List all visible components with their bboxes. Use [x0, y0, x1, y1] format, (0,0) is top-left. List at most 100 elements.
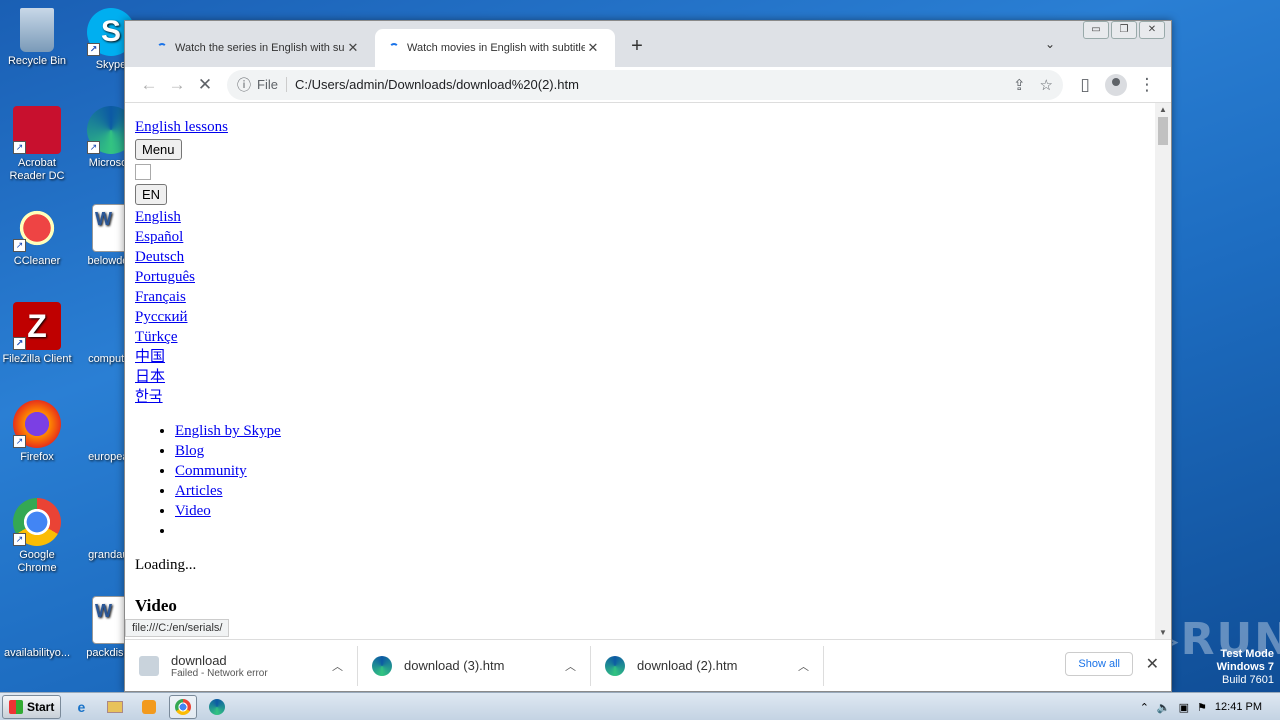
desktop-icon-label: Google Chrome	[17, 549, 57, 574]
lang-link-chinese[interactable]: 中国	[135, 347, 1147, 367]
network-icon[interactable]: ▣	[1179, 701, 1189, 714]
chrome-window: Watch the series in English with subt ✕ …	[124, 20, 1172, 692]
lang-link-turkce[interactable]: Türkçe	[135, 327, 1147, 347]
chrome-logo-icon: ↗	[13, 498, 61, 546]
edge-file-icon	[372, 655, 392, 676]
availability-file-icon[interactable]: availabilityo...	[0, 596, 74, 660]
tab-close-icon[interactable]: ✕	[345, 40, 361, 56]
google-chrome-icon[interactable]: ↗ Google Chrome	[0, 498, 74, 575]
lang-link-english[interactable]: English	[135, 207, 1147, 227]
restore-button[interactable]: ❐	[1111, 21, 1137, 39]
tab-series[interactable]: Watch the series in English with subt ✕	[143, 29, 375, 67]
scroll-down-icon[interactable]: ▼	[1159, 628, 1167, 637]
download-item[interactable]: download Failed - Network error ︿	[125, 645, 358, 686]
acrobat-reader-icon[interactable]: ↗ Acrobat Reader DC	[0, 106, 74, 183]
test-mode-notice: Test Mode Windows 7 Build 7601	[1217, 648, 1274, 687]
downloads-bar: download Failed - Network error ︿ downlo…	[125, 639, 1171, 691]
english-lessons-link[interactable]: English lessons	[135, 117, 1147, 137]
test-mode-line: Test Mode	[1220, 648, 1274, 660]
download-name: download (3).htm	[404, 658, 505, 673]
kebab-menu-icon[interactable]: ⋮	[1133, 71, 1161, 99]
stop-loading-icon[interactable]: ✕	[191, 71, 219, 99]
download-item[interactable]: download (3).htm ︿	[358, 645, 591, 686]
filezilla-icon[interactable]: Z ↗ FileZilla Client	[0, 302, 74, 366]
loading-text: Loading...	[135, 557, 197, 573]
tab-search-chevron-icon[interactable]: ⌄	[1045, 37, 1055, 51]
lang-link-russian[interactable]: Русский	[135, 307, 1147, 327]
failed-file-icon	[139, 655, 159, 676]
ccleaner-icon[interactable]: ↗ CCleaner	[0, 204, 74, 268]
download-name: download (2).htm	[637, 658, 738, 673]
recycle-bin-icon[interactable]: Recycle Bin	[0, 8, 74, 68]
forward-arrow-icon[interactable]: →	[163, 71, 191, 99]
nav-link-skype[interactable]: English by Skype	[175, 423, 281, 439]
nav-link-blog[interactable]: Blog	[175, 443, 204, 459]
tray-expand-icon[interactable]: ⌃	[1140, 701, 1149, 714]
menu-button[interactable]: Menu	[135, 139, 182, 160]
download-name: download	[171, 652, 227, 668]
chrome-taskbar-icon[interactable]	[169, 694, 198, 719]
language-button[interactable]: EN	[135, 184, 168, 205]
loading-spinner-icon	[157, 43, 167, 53]
desktop-icon-label: availabilityo...	[3, 647, 71, 659]
desktop-icon-label: FileZilla Client	[2, 353, 72, 365]
side-panel-icon[interactable]: ▯	[1071, 71, 1099, 99]
list-item: English by Skype	[175, 421, 1147, 441]
bookmark-star-icon[interactable]: ☆	[1040, 76, 1053, 94]
profile-avatar-icon[interactable]	[1105, 73, 1127, 96]
vertical-scrollbar[interactable]: ▲ ▼	[1155, 103, 1171, 639]
share-icon[interactable]: ⇪	[1013, 76, 1026, 94]
url-text[interactable]: C:/Users/admin/Downloads/download%20(2).…	[295, 77, 999, 92]
list-item: Video	[175, 501, 1147, 521]
download-item[interactable]: download (2).htm ︿	[591, 645, 824, 686]
address-bar[interactable]: ⓘ File C:/Users/admin/Downloads/download…	[227, 69, 1063, 100]
lang-link-francais[interactable]: Français	[135, 287, 1147, 307]
desktop-icon-label: Skype	[95, 59, 127, 71]
firefox-icon[interactable]: ↗ Firefox	[0, 400, 74, 464]
ie-taskbar-icon[interactable]: e	[67, 695, 95, 719]
lang-link-korean[interactable]: 한국	[135, 387, 1147, 407]
firefox-logo-icon: ↗	[13, 400, 61, 448]
edge-taskbar-icon[interactable]	[203, 695, 231, 719]
chevron-up-icon[interactable]: ︿	[565, 658, 576, 674]
tab-title: Watch movies in English with subtitle	[407, 42, 585, 54]
build-line: Build 7601	[1222, 674, 1274, 686]
new-tab-button[interactable]: +	[625, 35, 649, 58]
scroll-up-icon[interactable]: ▲	[1159, 105, 1167, 114]
chevron-up-icon[interactable]: ︿	[332, 658, 343, 674]
nav-link-articles[interactable]: Articles	[175, 483, 222, 499]
lang-link-japanese[interactable]: 日本	[135, 367, 1147, 387]
tab-strip: Watch the series in English with subt ✕ …	[125, 21, 1171, 67]
scheme-label: File	[257, 77, 287, 92]
minimize-button[interactable]: ▭	[1083, 21, 1109, 39]
action-center-flag-icon[interactable]: ⚑	[1197, 701, 1207, 714]
media-player-taskbar-icon[interactable]	[135, 695, 163, 719]
lang-link-espanol[interactable]: Español	[135, 227, 1147, 247]
back-arrow-icon[interactable]: ←	[135, 71, 163, 99]
nav-link-community[interactable]: Community	[175, 463, 247, 479]
close-icon[interactable]: ✕	[1146, 654, 1159, 674]
scrollbar-thumb[interactable]	[1158, 117, 1168, 145]
lang-link-deutsch[interactable]: Deutsch	[135, 247, 1147, 267]
close-window-button[interactable]: ✕	[1139, 21, 1165, 39]
tab-movies[interactable]: Watch movies in English with subtitle ✕	[375, 29, 615, 67]
window-controls: ▭ ❐ ✕	[1083, 21, 1165, 39]
tab-close-icon[interactable]: ✕	[585, 40, 601, 56]
info-icon[interactable]: ⓘ	[237, 75, 251, 95]
clock[interactable]: 12:41 PM	[1215, 701, 1262, 713]
chevron-up-icon[interactable]: ︿	[798, 658, 809, 674]
list-item	[175, 521, 1147, 541]
nav-link-video[interactable]: Video	[175, 503, 211, 519]
lang-link-portugues[interactable]: Português	[135, 267, 1147, 287]
windows-flag-icon	[9, 699, 23, 714]
volume-icon[interactable]: 🔈	[1157, 701, 1171, 714]
ccleaner-logo-icon: ↗	[13, 204, 61, 252]
start-button[interactable]: Start	[2, 694, 62, 719]
start-label: Start	[27, 699, 55, 714]
trash-icon	[20, 8, 54, 52]
show-all-button[interactable]: Show all	[1065, 652, 1133, 676]
windows-version-line: Windows 7	[1216, 661, 1274, 673]
nav-list: English by Skype Blog Community Articles…	[175, 421, 1147, 541]
desktop-icon-label: CCleaner	[13, 255, 61, 267]
explorer-taskbar-icon[interactable]	[101, 695, 129, 719]
